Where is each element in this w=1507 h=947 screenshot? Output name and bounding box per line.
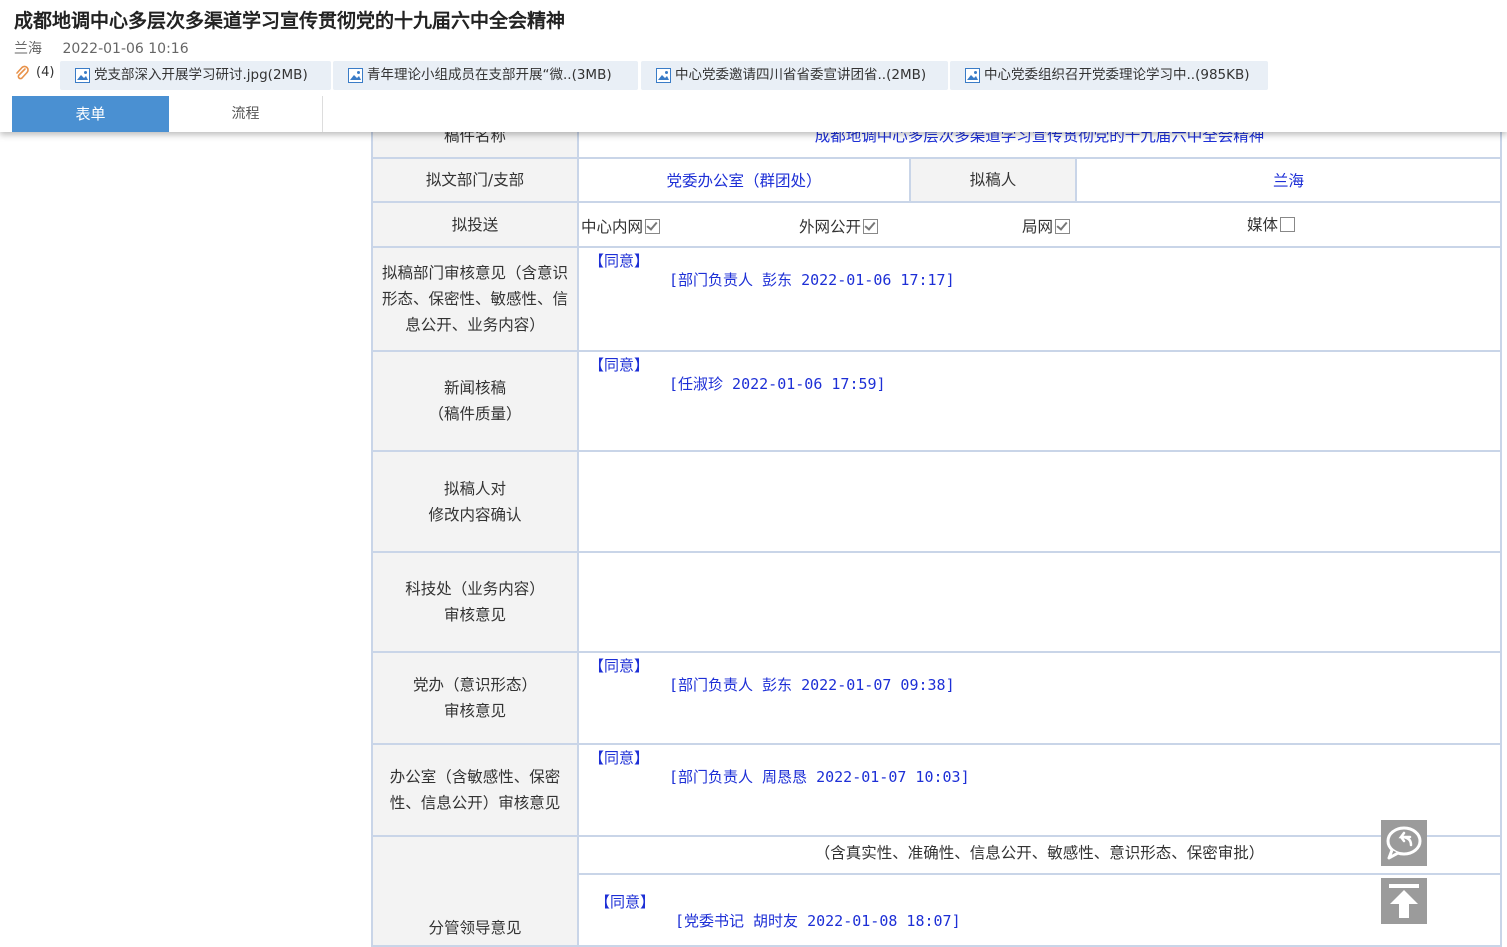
image-file-icon <box>656 68 671 83</box>
drafter-value: 兰海 <box>1075 157 1502 203</box>
news-review-label-1: 新闻核稿 <box>443 379 506 397</box>
approval-form: 稿件名称 成都地调中心多层次多渠道学习宣传贯彻党的十九届六中全会精神 拟文部门/… <box>371 115 1502 947</box>
drafter-confirm-label-2: 修改内容确认 <box>428 505 522 524</box>
label-leader-review: 分管领导意见 <box>371 835 579 947</box>
news-review-label-2: （稿件质量） <box>428 405 522 423</box>
attachment-name: 中心党委邀请四川省省委宣讲团省..(2MB) <box>675 67 927 83</box>
bureau-checkbox[interactable] <box>1055 219 1071 234</box>
send-options: 中心内网 外网公开 局网 媒体 <box>577 201 1502 248</box>
document-header: 成都地调中心多层次多渠道学习宣传贯彻党的十九届六中全会精神 兰海 2022-01… <box>0 0 1507 132</box>
label-party-review: 党办（意识形态） 审核意见 <box>371 651 579 745</box>
tab-form[interactable]: 表单 <box>12 96 169 132</box>
intranet-checkbox[interactable] <box>645 219 661 234</box>
option-media[interactable]: 媒体 <box>1247 213 1296 235</box>
back-to-top-button[interactable] <box>1381 878 1427 924</box>
label-drafter: 拟稿人 <box>909 157 1077 203</box>
attachment-item[interactable]: 党支部深入开展学习研讨.jpg(2MB) <box>60 61 331 90</box>
party-review-opinion: 【同意】 <box>589 657 650 675</box>
attachment-name: 党支部深入开展学习研讨.jpg(2MB) <box>94 67 308 83</box>
attachment-item[interactable]: 青年理论小组成员在支部开展“微..(3MB) <box>333 61 638 90</box>
back-to-top-icon <box>1389 884 1419 918</box>
leader-review-opinion: 【同意】 <box>595 893 656 911</box>
public-checkbox[interactable] <box>863 219 879 234</box>
paperclip-icon <box>16 65 29 80</box>
reply-button[interactable] <box>1381 820 1427 866</box>
party-review-label-1: 党办（意识形态） <box>412 676 537 694</box>
dept-review-signature: [部门负责人 彭东 2022-01-06 17:17] <box>669 271 955 289</box>
option-public[interactable]: 外网公开 <box>799 215 879 237</box>
leader-review-signature: [党委书记 胡时友 2022-01-08 18:07] <box>675 912 961 930</box>
label-news-review: 新闻核稿 （稿件质量） <box>371 350 579 452</box>
dept-value: 党委办公室（群团处） <box>577 157 911 203</box>
image-file-icon <box>75 68 90 83</box>
option-bureau[interactable]: 局网 <box>1022 215 1071 237</box>
attachment-count: (4) <box>36 65 55 80</box>
drafter-confirm-value <box>577 450 1502 553</box>
label-tech-review: 科技处（业务内容） 审核意见 <box>371 551 579 653</box>
document-meta: 兰海 2022-01-06 10:16 <box>14 38 205 58</box>
option-bureau-label: 局网 <box>1022 218 1054 236</box>
label-dept-review: 拟稿部门审核意见（含意识形态、保密性、敏感性、信息公开、业务内容） <box>371 246 579 352</box>
tech-review-label-1: 科技处（业务内容） <box>405 580 545 598</box>
office-review-opinion: 【同意】 <box>589 749 650 767</box>
attachment-item[interactable]: 中心党委邀请四川省省委宣讲团省..(2MB) <box>641 61 948 90</box>
option-public-label: 外网公开 <box>799 218 862 236</box>
option-media-label: 媒体 <box>1247 216 1279 234</box>
news-review-opinion: 【同意】 <box>589 356 650 374</box>
dept-review-opinion: 【同意】 <box>589 252 650 270</box>
label-send: 拟投送 <box>371 201 579 248</box>
attachment-name: 中心党委组织召开党委理论学习中..(985KB) <box>984 67 1250 83</box>
tab-flow[interactable]: 流程 <box>169 96 323 132</box>
office-review-signature: [部门负责人 周恳恳 2022-01-07 10:03] <box>669 768 970 786</box>
tech-review-label-2: 审核意见 <box>443 606 506 624</box>
media-checkbox[interactable] <box>1280 217 1296 232</box>
post-datetime: 2022-01-06 10:16 <box>62 41 189 57</box>
tech-review-value <box>577 551 1502 653</box>
page-title: 成都地调中心多层次多渠道学习宣传贯彻党的十九届六中全会精神 <box>14 10 566 32</box>
option-intranet[interactable]: 中心内网 <box>581 215 661 237</box>
party-review-label-2: 审核意见 <box>443 702 506 720</box>
reply-bubble-icon <box>1386 826 1422 860</box>
leader-review-note: （含真实性、准确性、信息公开、敏感性、意识形态、保密审批） <box>579 837 1500 875</box>
attachment-name: 青年理论小组成员在支部开展“微..(3MB) <box>367 67 612 83</box>
label-office-review: 办公室（含敏感性、保密 性、信息公开）审核意见 <box>371 743 579 837</box>
image-file-icon <box>348 68 363 83</box>
office-review-label-2: 性、信息公开）审核意见 <box>389 794 561 812</box>
drafter-confirm-label-1: 拟稿人对 <box>443 479 506 498</box>
label-drafter-confirm: 拟稿人对 修改内容确认 <box>371 450 579 553</box>
party-review-signature: [部门负责人 彭东 2022-01-07 09:38] <box>669 676 955 694</box>
author-name: 兰海 <box>14 41 42 57</box>
label-dept: 拟文部门/支部 <box>371 157 579 203</box>
attachment-item[interactable]: 中心党委组织召开党委理论学习中..(985KB) <box>950 61 1268 90</box>
office-review-label-1: 办公室（含敏感性、保密 <box>389 768 561 786</box>
image-file-icon <box>965 68 980 83</box>
news-review-signature: [任淑珍 2022-01-06 17:59] <box>669 375 886 393</box>
option-intranet-label: 中心内网 <box>581 218 644 236</box>
